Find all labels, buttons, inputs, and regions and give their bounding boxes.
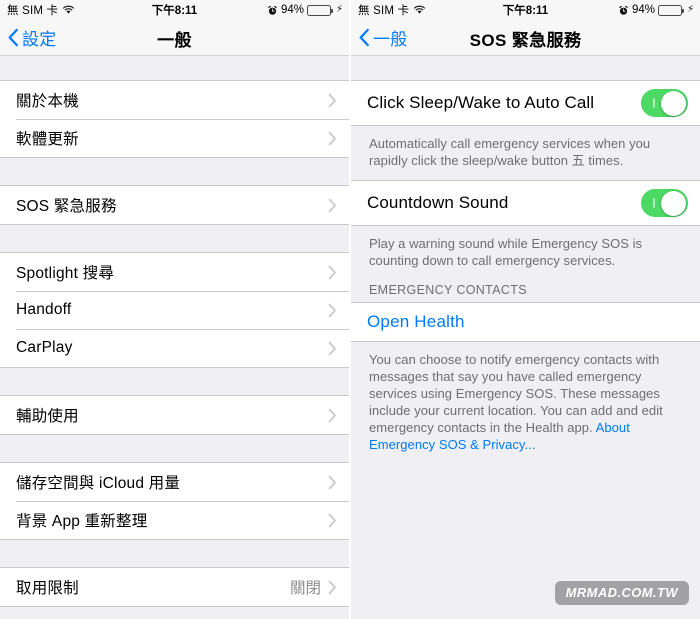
list-gap bbox=[0, 158, 349, 185]
group-open-health: Open Health bbox=[351, 302, 700, 342]
back-button-label: 設定 bbox=[22, 30, 57, 49]
row-label: CarPlay bbox=[16, 339, 73, 356]
settings-group-restrictions: 取用限制 關閉 bbox=[0, 567, 349, 607]
row-label: 關於本機 bbox=[16, 93, 79, 110]
dual-screenshot-container: 無 SIM 卡 下午8:11 94% ⚡ 設定 一般 關於本機 軟體更新 SOS… bbox=[0, 0, 700, 619]
row-countdown-sound[interactable]: Countdown Sound bbox=[351, 181, 700, 225]
list-gap bbox=[0, 435, 349, 462]
wifi-icon bbox=[413, 5, 426, 15]
sidebar-item-accessibility[interactable]: 輔助使用 bbox=[0, 396, 349, 434]
row-label: 軟體更新 bbox=[16, 131, 79, 148]
sidebar-item-software-update[interactable]: 軟體更新 bbox=[0, 119, 349, 157]
lightning-bolt-icon: ⚡ bbox=[686, 4, 694, 15]
sidebar-item-about[interactable]: 關於本機 bbox=[0, 81, 349, 119]
lightning-bolt-icon: ⚡ bbox=[335, 4, 343, 15]
chevron-left-icon bbox=[7, 28, 19, 47]
chevron-right-icon bbox=[328, 341, 337, 356]
status-bar-right: 無 SIM 卡 下午8:11 94% ⚡ bbox=[351, 0, 700, 20]
alarm-clock-icon bbox=[618, 5, 629, 16]
row-open-health[interactable]: Open Health bbox=[351, 303, 700, 341]
sos-settings-list: Click Sleep/Wake to Auto Call Automatica… bbox=[351, 56, 700, 619]
list-gap bbox=[351, 56, 700, 80]
left-phone-screen: 無 SIM 卡 下午8:11 94% ⚡ 設定 一般 關於本機 軟體更新 SOS… bbox=[0, 0, 349, 619]
emergency-contacts-description: You can choose to notify emergency conta… bbox=[351, 342, 700, 464]
sidebar-item-restrictions[interactable]: 取用限制 關閉 bbox=[0, 568, 349, 606]
back-button-settings[interactable]: 設定 bbox=[0, 25, 57, 50]
chevron-right-icon bbox=[328, 131, 337, 146]
auto-call-toggle[interactable] bbox=[641, 89, 688, 117]
battery-icon bbox=[306, 4, 333, 16]
status-bar-right-group: 94% ⚡ bbox=[618, 4, 694, 16]
sidebar-item-storage-icloud[interactable]: 儲存空間與 iCloud 用量 bbox=[0, 463, 349, 501]
chevron-right-icon bbox=[328, 93, 337, 108]
alarm-clock-icon bbox=[267, 5, 278, 16]
row-label: 儲存空間與 iCloud 用量 bbox=[16, 475, 181, 492]
sidebar-item-carplay[interactable]: CarPlay bbox=[0, 329, 349, 367]
right-phone-screen: 無 SIM 卡 下午8:11 94% ⚡ 一般 SOS 緊急服務 Click S… bbox=[349, 0, 700, 619]
list-gap bbox=[0, 225, 349, 252]
toggle-on-indicator bbox=[653, 198, 655, 208]
chevron-right-icon bbox=[328, 475, 337, 490]
chevron-right-icon bbox=[328, 580, 337, 595]
row-label: Handoff bbox=[16, 301, 72, 318]
sidebar-item-handoff[interactable]: Handoff bbox=[0, 291, 349, 329]
row-auto-call[interactable]: Click Sleep/Wake to Auto Call bbox=[351, 81, 700, 125]
group-auto-call: Click Sleep/Wake to Auto Call bbox=[351, 80, 700, 126]
countdown-sound-toggle[interactable] bbox=[641, 189, 688, 217]
chevron-right-icon bbox=[328, 198, 337, 213]
battery-percent-label: 94% bbox=[631, 4, 655, 16]
sidebar-item-background-refresh[interactable]: 背景 App 重新整理 bbox=[0, 501, 349, 539]
list-gap bbox=[0, 56, 349, 80]
carrier-label: 無 SIM 卡 bbox=[7, 5, 59, 17]
row-label: 取用限制 bbox=[16, 580, 79, 597]
row-label: SOS 緊急服務 bbox=[16, 198, 117, 215]
chevron-right-icon bbox=[328, 265, 337, 280]
chevron-left-icon bbox=[358, 28, 370, 47]
settings-group-features: Spotlight 搜尋 Handoff CarPlay bbox=[0, 252, 349, 368]
toggle-on-indicator bbox=[653, 98, 655, 108]
status-bar-right-group: 94% ⚡ bbox=[267, 4, 343, 16]
settings-list-left: 關於本機 軟體更新 SOS 緊急服務 Spotlight 搜尋 Handoff … bbox=[0, 56, 349, 619]
chevron-right-icon bbox=[328, 408, 337, 423]
list-gap bbox=[0, 540, 349, 567]
open-health-label: Open Health bbox=[367, 312, 465, 331]
settings-group-device: 關於本機 軟體更新 bbox=[0, 80, 349, 158]
back-button-general[interactable]: 一般 bbox=[351, 25, 408, 50]
settings-group-storage: 儲存空間與 iCloud 用量 背景 App 重新整理 bbox=[0, 462, 349, 540]
sidebar-item-sos[interactable]: SOS 緊急服務 bbox=[0, 186, 349, 224]
status-bar-left-group: 無 SIM 卡 bbox=[358, 2, 426, 18]
battery-percent-label: 94% bbox=[280, 4, 304, 16]
row-label: Spotlight 搜尋 bbox=[16, 265, 115, 282]
nav-bar-left: 設定 一般 bbox=[0, 20, 349, 56]
countdown-sound-label: Countdown Sound bbox=[367, 193, 509, 212]
settings-group-sos: SOS 緊急服務 bbox=[0, 185, 349, 225]
nav-bar-right: 一般 SOS 緊急服務 bbox=[351, 20, 700, 56]
group-countdown-sound: Countdown Sound bbox=[351, 180, 700, 226]
wifi-icon bbox=[62, 5, 75, 15]
settings-group-accessibility: 輔助使用 bbox=[0, 395, 349, 435]
auto-call-description: Automatically call emergency services wh… bbox=[351, 126, 700, 180]
watermark: MRMAD.COM.TW bbox=[554, 581, 689, 605]
carrier-label: 無 SIM 卡 bbox=[358, 5, 410, 17]
chevron-right-icon bbox=[328, 513, 337, 528]
toggle-knob bbox=[661, 90, 686, 116]
toggle-knob bbox=[661, 190, 686, 216]
countdown-sound-description: Play a warning sound while Emergency SOS… bbox=[351, 226, 700, 277]
status-bar-left-group: 無 SIM 卡 bbox=[7, 2, 75, 18]
section-header-emergency-contacts: EMERGENCY CONTACTS bbox=[351, 277, 700, 302]
auto-call-label: Click Sleep/Wake to Auto Call bbox=[367, 93, 595, 112]
row-label: 輔助使用 bbox=[16, 408, 79, 425]
list-gap bbox=[0, 368, 349, 395]
row-value-restrictions: 關閉 bbox=[289, 580, 321, 597]
battery-icon bbox=[657, 4, 684, 16]
chevron-right-icon bbox=[328, 303, 337, 318]
sidebar-item-spotlight[interactable]: Spotlight 搜尋 bbox=[0, 253, 349, 291]
row-label: 背景 App 重新整理 bbox=[16, 513, 148, 530]
back-button-label: 一般 bbox=[373, 30, 408, 49]
status-bar-left: 無 SIM 卡 下午8:11 94% ⚡ bbox=[0, 0, 349, 20]
